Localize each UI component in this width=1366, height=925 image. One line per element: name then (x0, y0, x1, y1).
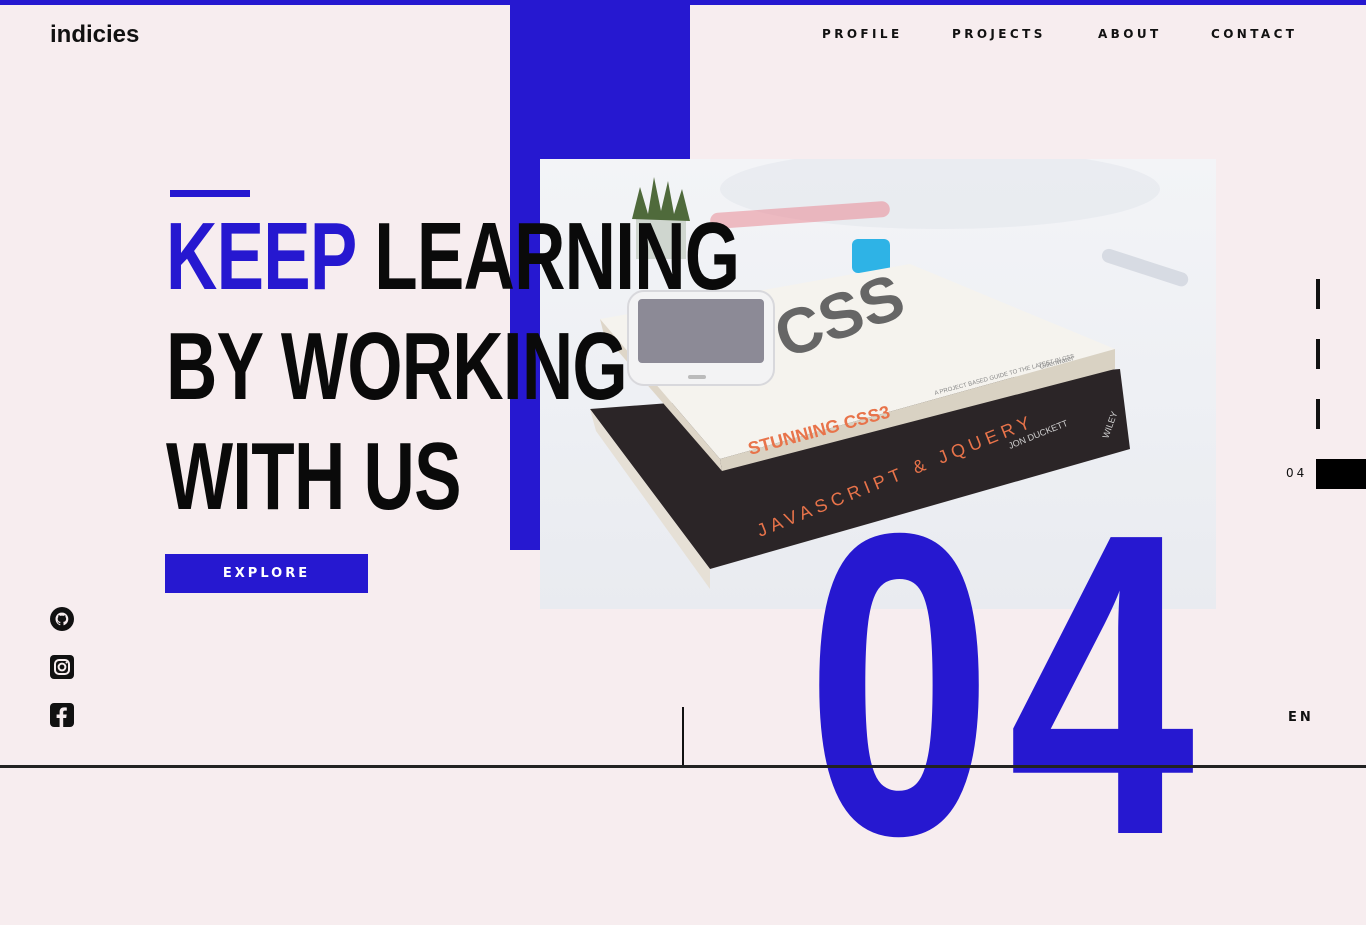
headline-line3: WITH US (166, 423, 461, 530)
headline-line1-rest: LEARNING (374, 203, 740, 310)
headline-line2: BY WORKING (166, 313, 628, 420)
nav-profile[interactable]: PROFILE (822, 27, 903, 41)
headline-accent-line (170, 190, 250, 197)
nav-projects[interactable]: PROJECTS (952, 27, 1046, 41)
explore-button[interactable]: EXPLORE (165, 554, 368, 593)
headline-accent-word: KEEP (166, 203, 356, 310)
pager-tick-1[interactable] (1316, 279, 1320, 309)
github-icon[interactable] (50, 607, 74, 631)
main-nav: PROFILE PROJECTS ABOUT CONTACT (0, 27, 1366, 47)
pager-current-number: 04 (1286, 466, 1308, 480)
language-switch[interactable]: EN (1288, 710, 1314, 725)
scroll-indicator-line (682, 707, 684, 768)
instagram-icon[interactable] (50, 655, 74, 679)
pager-tick-2[interactable] (1316, 339, 1320, 369)
nav-about[interactable]: ABOUT (1098, 27, 1162, 41)
slide-big-number: 04 (806, 445, 1211, 925)
hero-headline: KEEP LEARNING BY WORKING WITH US (166, 202, 740, 532)
pager-tick-3[interactable] (1316, 399, 1320, 429)
blurred-pen (1101, 248, 1189, 287)
facebook-icon[interactable] (50, 703, 74, 727)
pager-active-indicator[interactable] (1316, 459, 1366, 489)
nav-contact[interactable]: CONTACT (1211, 27, 1297, 41)
